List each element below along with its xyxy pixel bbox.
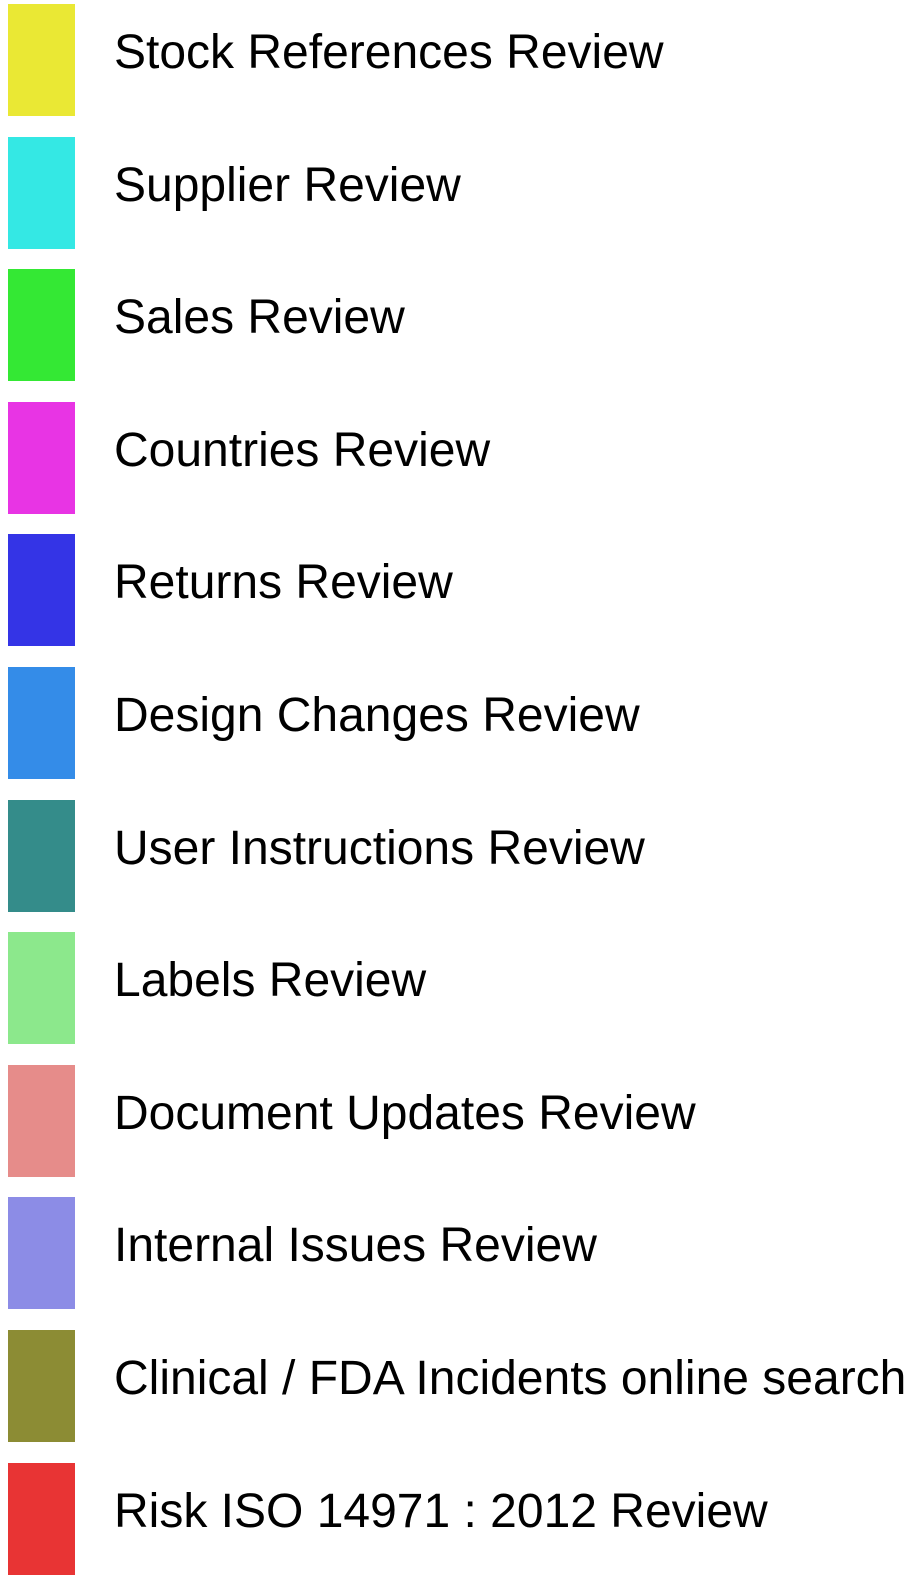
legend-swatch xyxy=(8,4,75,116)
legend-item: Clinical / FDA Incidents online search xyxy=(0,1330,913,1442)
legend-swatch xyxy=(8,137,75,249)
legend-label: Stock References Review xyxy=(114,26,664,79)
legend-swatch xyxy=(8,534,75,646)
legend-swatch xyxy=(8,269,75,381)
legend-item: Returns Review xyxy=(0,534,913,646)
legend-item: Sales Review xyxy=(0,269,913,381)
legend-swatch xyxy=(8,667,75,779)
legend-item: Design Changes Review xyxy=(0,667,913,779)
legend-swatch xyxy=(8,1463,75,1575)
legend-label: Countries Review xyxy=(114,424,491,477)
legend-swatch xyxy=(8,932,75,1044)
legend-item: User Instructions Review xyxy=(0,800,913,912)
legend-swatch xyxy=(8,1330,75,1442)
legend-label: Risk ISO 14971 : 2012 Review xyxy=(114,1485,768,1538)
legend-item: Risk ISO 14971 : 2012 Review xyxy=(0,1463,913,1575)
legend-item: Labels Review xyxy=(0,932,913,1044)
legend-item: Supplier Review xyxy=(0,137,913,249)
legend-label: Labels Review xyxy=(114,954,427,1007)
legend-label: Document Updates Review xyxy=(114,1087,696,1140)
legend-label: Design Changes Review xyxy=(114,689,640,742)
legend-label: Sales Review xyxy=(114,291,405,344)
legend-label: User Instructions Review xyxy=(114,822,645,875)
legend-item: Stock References Review xyxy=(0,4,913,116)
legend-swatch xyxy=(8,1065,75,1177)
legend-label: Clinical / FDA Incidents online search xyxy=(114,1352,907,1405)
legend-label: Returns Review xyxy=(114,556,453,609)
legend-swatch xyxy=(8,1197,75,1309)
legend-swatch xyxy=(8,800,75,912)
chart-legend: Stock References Review Supplier Review Sa… xyxy=(0,0,913,1578)
legend-item: Countries Review xyxy=(0,402,913,514)
legend-item: Document Updates Review xyxy=(0,1065,913,1177)
legend-item: Internal Issues Review xyxy=(0,1197,913,1309)
legend-label: Supplier Review xyxy=(114,159,461,212)
legend-label: Internal Issues Review xyxy=(114,1219,597,1272)
legend-swatch xyxy=(8,402,75,514)
